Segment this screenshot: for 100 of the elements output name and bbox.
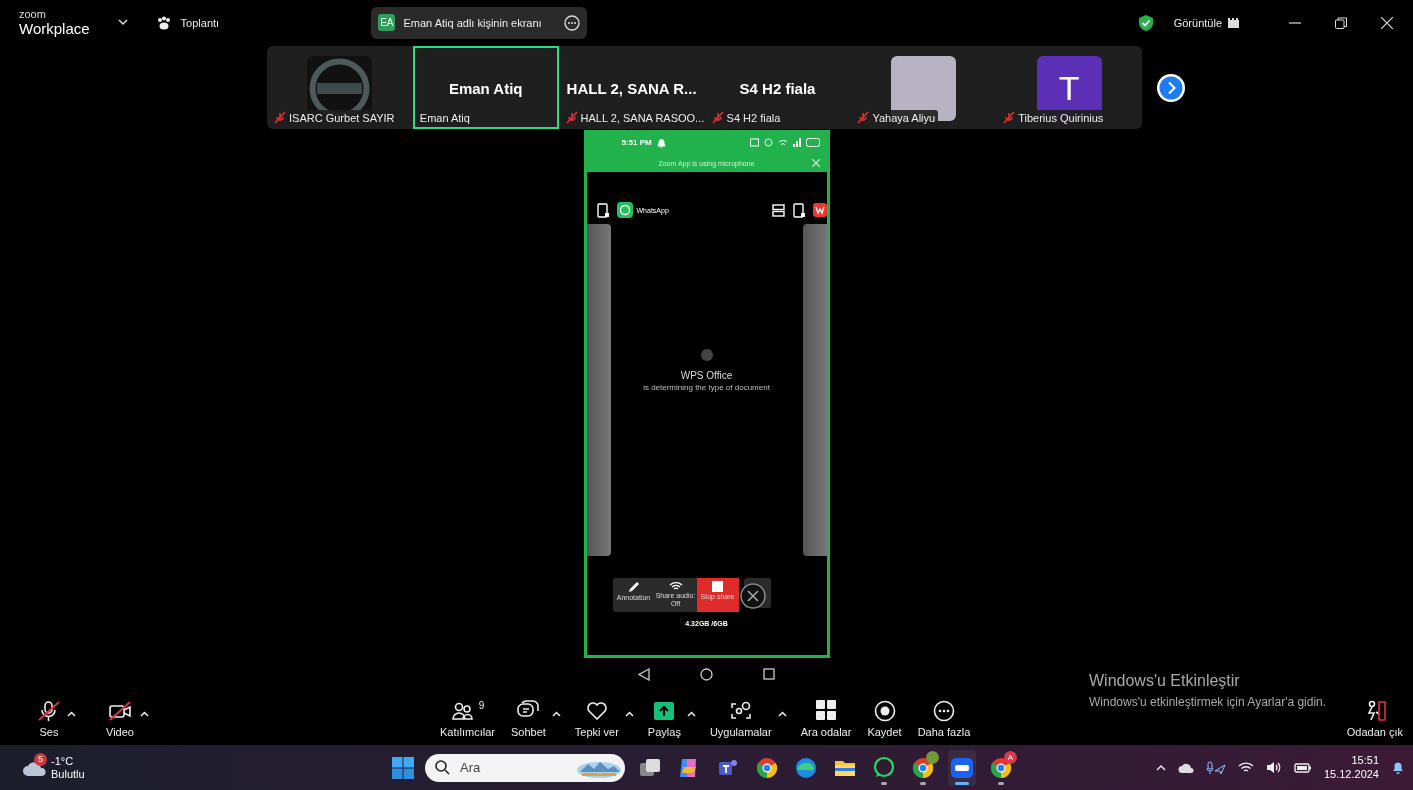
share-screen-icon	[652, 699, 677, 722]
pencil-icon	[627, 581, 640, 593]
participant-tile[interactable]: HALL 2, SANA R... HALL 2, SANA RASOO...	[558, 46, 705, 129]
close-icon[interactable]	[1381, 16, 1393, 29]
film-icon	[1228, 17, 1239, 28]
bell-icon	[656, 137, 666, 148]
close-circle-icon[interactable]	[738, 578, 771, 610]
heart-icon	[584, 699, 609, 722]
participant-name: S4 H2 fiala	[739, 79, 816, 97]
initials-badge: EA	[378, 14, 396, 31]
toolbar-button[interactable]: Sohbet	[508, 699, 548, 738]
cast-icon	[749, 138, 759, 147]
muted-mic-icon	[565, 111, 578, 124]
toolbar-button[interactable]: 9 Katılımcılar	[437, 699, 497, 738]
toolbar-button[interactable]: Uygulamalar	[707, 699, 774, 738]
alarm-icon	[763, 138, 773, 147]
phone-lock-icon[interactable]	[792, 202, 805, 218]
muted-mic-icon	[711, 111, 724, 124]
caret-up-icon[interactable]	[551, 710, 561, 717]
more-icon[interactable]	[564, 14, 581, 31]
square-icon	[712, 581, 723, 592]
clock-text: 5:51 PM	[621, 138, 652, 147]
mic-location-icon[interactable]	[1205, 760, 1226, 775]
temperature-text: -1°C	[51, 754, 75, 768]
muted-mic-icon	[857, 111, 870, 124]
participant-name: HALL 2, SANA R...	[566, 79, 697, 97]
start-icon[interactable]	[392, 756, 414, 779]
participant-name: Eman Atiq	[448, 79, 523, 97]
wifi-icon	[668, 581, 683, 591]
participant-name: HALL 2, SANA RASOO...	[580, 111, 705, 124]
battery-icon[interactable]	[1293, 761, 1312, 774]
weather-widget[interactable]: 5 -1°C Bulutlu	[22, 754, 392, 781]
toolbar-button[interactable]: Ses	[35, 699, 63, 738]
browser-wave-icon	[794, 755, 818, 780]
app-tile-icon	[812, 203, 827, 217]
next-page-icon[interactable]	[1156, 72, 1186, 103]
participant-name: S4 H2 fiala	[726, 111, 781, 124]
activation-title: Windows'u Etkinleştir	[1089, 672, 1241, 690]
battery-icon	[805, 138, 820, 147]
grid-icon	[814, 699, 838, 722]
wifi-icon[interactable]	[1237, 761, 1254, 774]
caret-up-icon[interactable]	[624, 710, 634, 717]
participant-tile[interactable]: Eman Atiq Eman Atiq	[412, 46, 559, 129]
running-indicator	[881, 781, 887, 785]
meeting-button[interactable]: Toplantı	[151, 12, 224, 33]
toolbar-button[interactable]: Kaydet	[865, 699, 904, 738]
taskbar-app-button[interactable]: A	[987, 749, 1015, 786]
running-indicator	[955, 781, 969, 785]
caret-up-icon[interactable]	[686, 710, 696, 717]
search-bar[interactable]: Ara	[425, 753, 625, 782]
toolbar-button[interactable]: Paylaş	[645, 699, 683, 738]
participant-count: 9	[478, 699, 485, 711]
caret-up-icon[interactable]	[67, 710, 76, 717]
weather-text: Bulutlu	[51, 767, 85, 781]
muted-mic-icon	[274, 111, 286, 124]
search-field[interactable]: Ara	[458, 759, 568, 776]
chevron-down-icon[interactable]	[117, 19, 128, 26]
search-icon	[435, 760, 450, 775]
logo-text: zoom	[19, 9, 47, 20]
notification-badge: A	[1004, 750, 1017, 764]
wifi-icon	[777, 138, 788, 147]
participant-tile[interactable]: ISARC Gurbet SAYIR	[267, 46, 413, 129]
toolbar-button[interactable]: Tepki ver	[572, 699, 621, 738]
video-app-icon	[950, 755, 974, 780]
participant-name: ISARC Gurbet SAYIR	[289, 111, 395, 124]
browser-icon	[989, 755, 1013, 780]
participant-tile[interactable]: T Tiberius Quirinius	[996, 46, 1142, 129]
cloud-icon[interactable]	[1177, 761, 1194, 774]
shield-check-icon	[1137, 13, 1154, 32]
notification-badge: 5	[34, 752, 47, 766]
app-title: WPS Office	[680, 370, 733, 381]
volume-icon[interactable]	[1265, 761, 1282, 774]
chat-bubble-icon	[616, 202, 633, 218]
restore-icon[interactable]	[1335, 16, 1347, 29]
participant-tile[interactable]: S4 H2 fiala S4 H2 fiala	[704, 46, 851, 129]
clock-button[interactable]: 15:51 15.12.2024	[1323, 753, 1379, 782]
running-indicator	[920, 781, 926, 785]
participant-tile[interactable]: Yahaya Aliyu	[850, 46, 997, 129]
chat-bubble-icon	[872, 755, 896, 780]
view-button[interactable]: Görüntüle	[1169, 13, 1243, 32]
back-icon[interactable]	[638, 667, 650, 681]
caret-up-icon[interactable]	[777, 710, 787, 717]
taskbar-app-button[interactable]	[948, 749, 976, 786]
toolbar-button[interactable]: Ara odalar	[798, 699, 854, 738]
home-icon[interactable]	[700, 667, 713, 681]
status-text: is determining the type of document	[643, 383, 770, 392]
bell-icon[interactable]	[1391, 760, 1405, 775]
browser-icon	[755, 755, 779, 780]
apps-icon	[728, 699, 753, 722]
chevron-up-icon[interactable]	[1155, 764, 1166, 771]
phone-lock-icon[interactable]	[596, 202, 609, 218]
toolbar-button[interactable]: Daha fazla	[915, 699, 973, 738]
toolbar-button[interactable]: Video	[104, 699, 136, 738]
spinner-icon	[699, 348, 714, 362]
leave-button[interactable]: Odadan çık	[1344, 699, 1405, 738]
muted-mic-icon	[1003, 111, 1016, 124]
more-icon	[931, 699, 956, 722]
caret-up-icon[interactable]	[139, 710, 149, 717]
split-view-icon[interactable]	[771, 203, 785, 217]
recents-icon[interactable]	[763, 668, 775, 680]
